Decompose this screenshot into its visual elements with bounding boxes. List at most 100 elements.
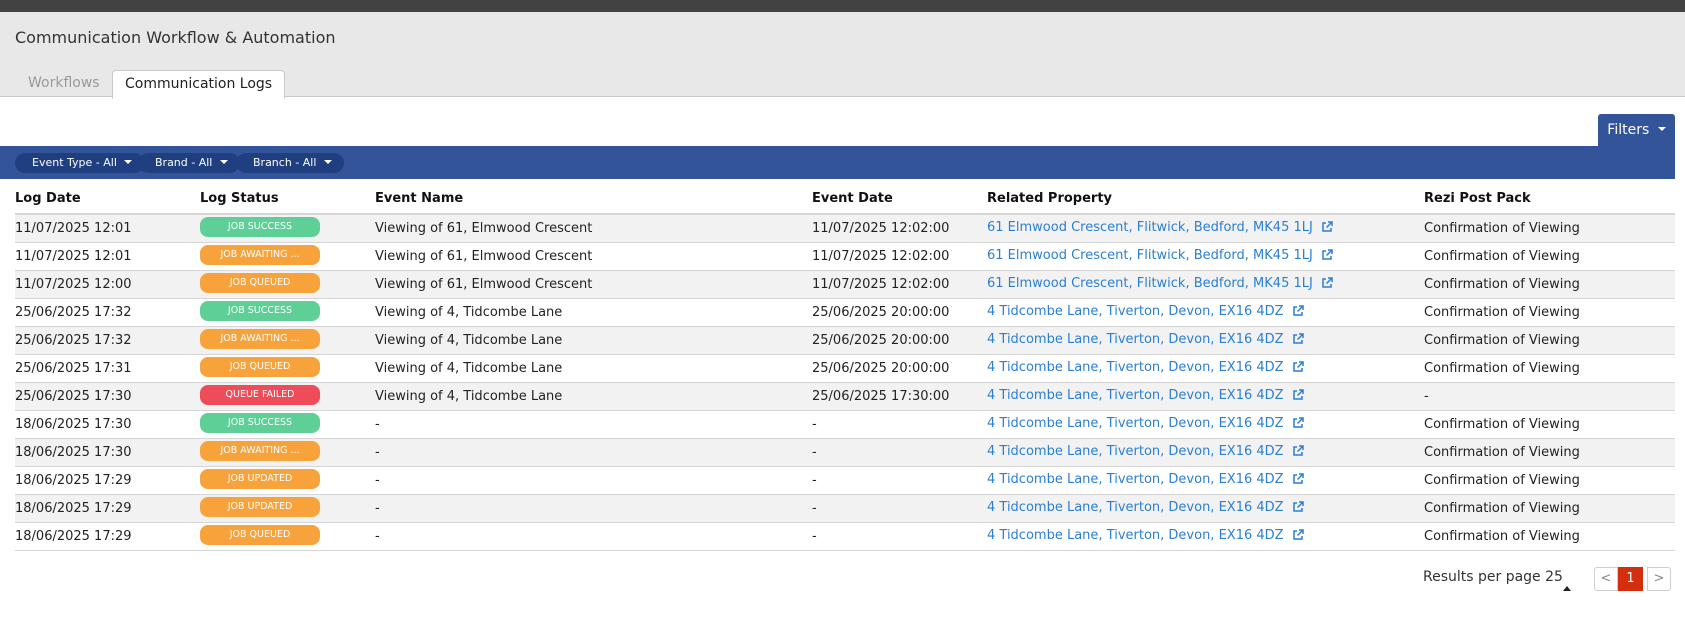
log-status-cell: JOB AWAITING ... [200, 438, 375, 467]
related-property-link[interactable]: 4 Tidcombe Lane, Tiverton, Devon, EX16 4… [987, 472, 1284, 487]
event-date-cell: - [812, 438, 987, 467]
external-link-icon[interactable] [1292, 361, 1304, 377]
communication-logs-table: Log Date Log Status Event Name Event Dat… [15, 184, 1675, 551]
related-property-link[interactable]: 4 Tidcombe Lane, Tiverton, Devon, EX16 4… [987, 444, 1284, 459]
rezi-post-pack-cell: - [1424, 382, 1675, 411]
log-date-cell: 25/06/2025 17:32 [15, 298, 200, 327]
related-property-cell: 4 Tidcombe Lane, Tiverton, Devon, EX16 4… [987, 410, 1424, 439]
event-name-cell: Viewing of 4, Tidcombe Lane [375, 298, 812, 327]
log-status-cell: JOB UPDATED [200, 466, 375, 495]
external-link-icon[interactable] [1321, 221, 1333, 237]
pagination-next-button[interactable]: > [1647, 567, 1671, 591]
related-property-link[interactable]: 4 Tidcombe Lane, Tiverton, Devon, EX16 4… [987, 332, 1284, 347]
related-property-cell: 4 Tidcombe Lane, Tiverton, Devon, EX16 4… [987, 298, 1424, 327]
page-title: Communication Workflow & Automation [15, 28, 336, 47]
table-row: 11/07/2025 12:00 JOB QUEUED Viewing of 61,… [15, 270, 1675, 299]
related-property-link[interactable]: 61 Elmwood Crescent, Flitwick, Bedford, … [987, 248, 1313, 263]
table-row: 25/06/2025 17:30 QUEUE FAILED Viewing of 4… [15, 382, 1675, 411]
event-name-cell: - [375, 466, 812, 495]
related-property-cell: 4 Tidcombe Lane, Tiverton, Devon, EX16 4… [987, 438, 1424, 467]
related-property-cell: 4 Tidcombe Lane, Tiverton, Devon, EX16 4… [987, 466, 1424, 495]
status-badge: JOB AWAITING ... [200, 328, 320, 349]
table-row: 18/06/2025 17:29 JOB UPDATED - -4 Tidcombe … [15, 494, 1675, 523]
status-badge: JOB SUCCESS [200, 216, 320, 237]
related-property-link[interactable]: 4 Tidcombe Lane, Tiverton, Devon, EX16 4… [987, 388, 1284, 403]
external-link-icon[interactable] [1292, 473, 1304, 489]
event-date-cell: - [812, 522, 987, 551]
external-link-icon[interactable] [1292, 333, 1304, 349]
rezi-post-pack-cell: Confirmation of Viewing [1424, 298, 1675, 327]
related-property-link[interactable]: 4 Tidcombe Lane, Tiverton, Devon, EX16 4… [987, 528, 1284, 543]
branch-filter-pill[interactable]: Branch - All [236, 153, 344, 173]
external-link-icon[interactable] [1321, 277, 1333, 293]
related-property-cell: 61 Elmwood Crescent, Flitwick, Bedford, … [987, 214, 1424, 243]
brand-filter-pill[interactable]: Brand - All [138, 153, 240, 173]
related-property-cell: 61 Elmwood Crescent, Flitwick, Bedford, … [987, 270, 1424, 299]
event-date-cell: 11/07/2025 12:02:00 [812, 270, 987, 299]
rezi-post-pack-cell: Confirmation of Viewing [1424, 214, 1675, 243]
related-property-link[interactable]: 4 Tidcombe Lane, Tiverton, Devon, EX16 4… [987, 416, 1284, 431]
log-date-cell: 11/07/2025 12:01 [15, 214, 200, 243]
tab-communication-logs[interactable]: Communication Logs [112, 70, 286, 99]
table-row: 18/06/2025 17:30 JOB AWAITING ... - -4 Tidc… [15, 438, 1675, 467]
log-date-cell: 18/06/2025 17:29 [15, 494, 200, 523]
column-header-log-date[interactable]: Log Date [15, 184, 200, 215]
column-header-rezi-post-pack[interactable]: Rezi Post Pack [1424, 184, 1675, 215]
table-row: 18/06/2025 17:29 JOB QUEUED - -4 Tidcombe L… [15, 522, 1675, 551]
log-date-cell: 18/06/2025 17:29 [15, 466, 200, 495]
column-header-related-property[interactable]: Related Property [987, 184, 1424, 215]
column-header-event-date[interactable]: Event Date [812, 184, 987, 215]
table-row: 11/07/2025 12:01 JOB SUCCESS Viewing of 61… [15, 214, 1675, 243]
log-status-cell: JOB AWAITING ... [200, 326, 375, 355]
results-per-page-dropdown[interactable] [1563, 576, 1571, 595]
external-link-icon[interactable] [1321, 249, 1333, 265]
top-bar [0, 0, 1685, 12]
log-date-cell: 18/06/2025 17:30 [15, 410, 200, 439]
external-link-icon[interactable] [1292, 529, 1304, 545]
chevron-down-icon [323, 160, 332, 164]
external-link-icon[interactable] [1292, 445, 1304, 461]
pagination-current-page[interactable]: 1 [1618, 567, 1643, 591]
related-property-link[interactable]: 4 Tidcombe Lane, Tiverton, Devon, EX16 4… [987, 304, 1284, 319]
event-date-cell: 11/07/2025 12:02:00 [812, 214, 987, 243]
status-badge: JOB UPDATED [200, 468, 320, 489]
related-property-link[interactable]: 4 Tidcombe Lane, Tiverton, Devon, EX16 4… [987, 360, 1284, 375]
tab-workflows[interactable]: Workflows [16, 70, 112, 97]
rezi-post-pack-cell: Confirmation of Viewing [1424, 242, 1675, 271]
filters-button[interactable]: Filters [1598, 114, 1675, 147]
external-link-icon[interactable] [1292, 305, 1304, 321]
external-link-icon[interactable] [1292, 417, 1304, 433]
rezi-post-pack-cell: Confirmation of Viewing [1424, 326, 1675, 355]
log-date-cell: 11/07/2025 12:00 [15, 270, 200, 299]
chevron-down-icon [219, 160, 228, 164]
table-row: 25/06/2025 17:31 JOB QUEUED Viewing of 4, … [15, 354, 1675, 383]
column-header-event-name[interactable]: Event Name [375, 184, 812, 215]
log-date-cell: 25/06/2025 17:31 [15, 354, 200, 383]
results-per-page-label: Results per page 25 [1423, 569, 1563, 585]
related-property-cell: 61 Elmwood Crescent, Flitwick, Bedford, … [987, 242, 1424, 271]
rezi-post-pack-cell: Confirmation of Viewing [1424, 270, 1675, 299]
related-property-link[interactable]: 61 Elmwood Crescent, Flitwick, Bedford, … [987, 220, 1313, 235]
column-header-log-status[interactable]: Log Status [200, 184, 375, 215]
event-type-filter-pill[interactable]: Event Type - All [15, 153, 145, 173]
status-badge: JOB QUEUED [200, 272, 320, 293]
external-link-icon[interactable] [1292, 501, 1304, 517]
log-status-cell: JOB QUEUED [200, 522, 375, 551]
related-property-link[interactable]: 4 Tidcombe Lane, Tiverton, Devon, EX16 4… [987, 500, 1284, 515]
event-date-cell: - [812, 410, 987, 439]
rezi-post-pack-cell: Confirmation of Viewing [1424, 410, 1675, 439]
log-status-cell: JOB QUEUED [200, 354, 375, 383]
status-badge: JOB SUCCESS [200, 412, 320, 433]
status-badge: JOB AWAITING ... [200, 244, 320, 265]
event-name-cell: Viewing of 4, Tidcombe Lane [375, 354, 812, 383]
filter-bar: Event Type - All Brand - All Branch - Al… [0, 146, 1675, 179]
related-property-link[interactable]: 61 Elmwood Crescent, Flitwick, Bedford, … [987, 276, 1313, 291]
event-name-cell: Viewing of 61, Elmwood Crescent [375, 270, 812, 299]
pagination-prev-button[interactable]: < [1594, 567, 1618, 591]
pill-label: Brand - All [155, 156, 213, 169]
rezi-post-pack-cell: Confirmation of Viewing [1424, 494, 1675, 523]
pill-label: Event Type - All [32, 156, 117, 169]
rezi-post-pack-cell: Confirmation of Viewing [1424, 466, 1675, 495]
event-name-cell: - [375, 494, 812, 523]
external-link-icon[interactable] [1292, 389, 1304, 405]
